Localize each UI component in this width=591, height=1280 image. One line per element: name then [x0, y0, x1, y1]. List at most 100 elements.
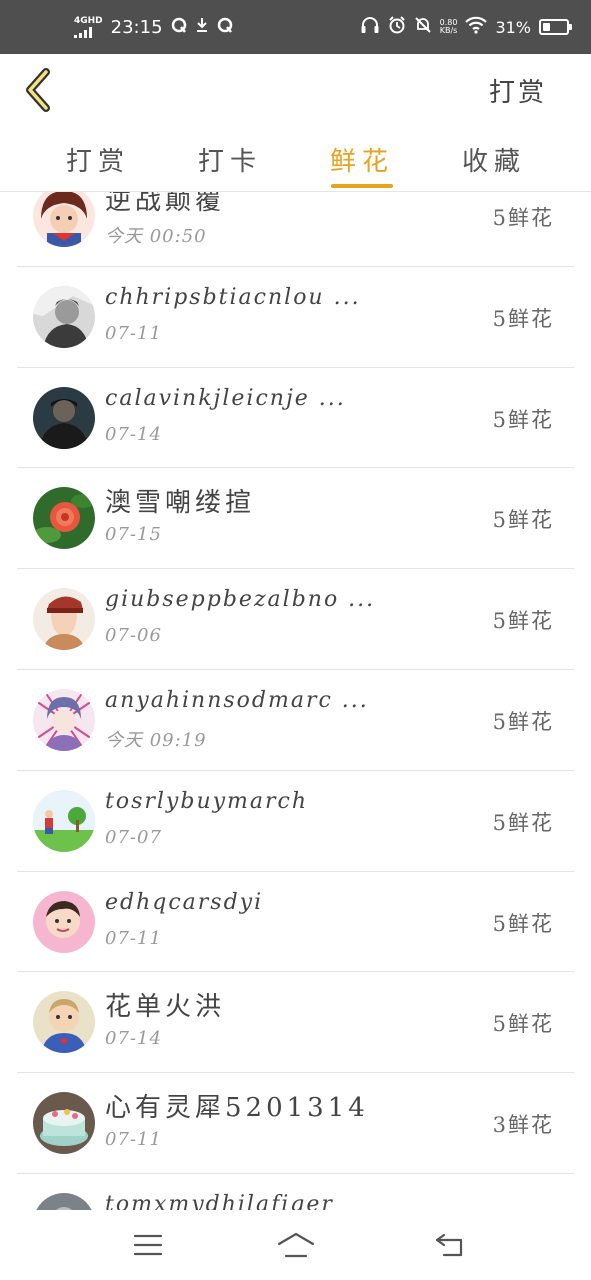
reward-date: 07-06: [105, 625, 162, 647]
tab-bar: 打赏 打卡 鲜花 收藏: [0, 126, 591, 192]
list-item[interactable]: 花单火洪 07-14 5鲜花: [17, 972, 574, 1074]
gray-avatar-icon: [33, 1192, 95, 1210]
user-name: chhripsbtiacnlou ...: [105, 284, 361, 310]
status-bar: 4GHD 23:15 0.80 KB/s 31%: [0, 0, 591, 54]
list-item[interactable]: 心有灵犀5201314 07-11 3鲜花: [17, 1073, 574, 1174]
download-icon: [195, 17, 209, 37]
battery-icon: [539, 19, 572, 35]
network-type: 4GHD: [74, 15, 103, 26]
flower-amount: 5鲜花: [492, 810, 554, 835]
tab-flowers[interactable]: 鲜花: [326, 126, 398, 192]
battery-percent: 31%: [495, 17, 531, 37]
list-item[interactable]: giubseppbezalbno ... 07-06 5鲜花: [17, 569, 574, 670]
list-item[interactable]: anyahinnsodmarc ... 今天 09:19 5鲜花: [17, 670, 574, 771]
list-item[interactable]: 逆战颠覆 今天 00:50 5鲜花: [17, 192, 574, 267]
user-name: giubseppbezalbno ...: [105, 587, 376, 613]
app-header: 打赏: [0, 54, 591, 126]
avatar[interactable]: [33, 588, 95, 651]
network-speed-unit: KB/s: [439, 26, 458, 35]
chevron-left-icon: [26, 68, 50, 112]
network-speed: 0.80 KB/s: [440, 19, 458, 35]
reward-date: 07-11: [105, 322, 162, 344]
avatar[interactable]: [33, 1092, 95, 1155]
flower-amount: 5鲜花: [492, 306, 554, 331]
signal-indicator: 4GHD: [74, 15, 103, 38]
flower-amount: 5鲜花: [492, 911, 554, 936]
flower-list-content: 逆战颠覆 今天 00:50 5鲜花 chhripsbtiacnlou ... 0…: [0, 192, 591, 1210]
flower-amount: 5鲜花: [492, 609, 554, 634]
list-item[interactable]: tomxmydhilafiger: [17, 1174, 574, 1210]
q-app-icon-2: [217, 17, 233, 37]
reward-date: 07-11: [105, 1129, 162, 1151]
list-item[interactable]: edhqcarsdyi 07-11 5鲜花: [17, 872, 574, 973]
reward-action-button[interactable]: 打赏: [489, 72, 547, 109]
dark-man-avatar-icon: [33, 386, 95, 449]
back-nav-button[interactable]: [426, 1224, 474, 1266]
list-item[interactable]: tosrlybuymarch 07-07 5鲜花: [17, 771, 574, 872]
status-bar-left: 4GHD 23:15: [74, 15, 233, 38]
red-flower-avatar-icon: [33, 487, 95, 550]
anime-pink-avatar-icon: [33, 688, 95, 751]
avatar[interactable]: [33, 285, 95, 348]
cartoon-girl-avatar-icon: [33, 192, 95, 247]
user-name: 花单火洪: [105, 992, 226, 1023]
headphones-icon: [360, 16, 380, 38]
tab-flowers-label: 鲜花: [329, 146, 394, 177]
status-time: 23:15: [110, 16, 163, 38]
user-name: 逆战颠覆: [105, 192, 226, 216]
return-icon: [435, 1233, 463, 1257]
list-item[interactable]: 澳雪嘲缕揎 07-15 5鲜花: [17, 468, 574, 570]
anime-boy-avatar-icon: [33, 588, 95, 651]
flower-amount: 3鲜花: [492, 1113, 554, 1138]
reward-date: 07-14: [105, 1028, 162, 1050]
tab-favorites[interactable]: 收藏: [458, 126, 530, 192]
flower-amount: 5鲜花: [492, 709, 554, 734]
back-button[interactable]: [22, 66, 56, 114]
reward-date: 07-11: [105, 927, 162, 949]
battery-level: [543, 23, 550, 31]
menu-button[interactable]: [124, 1224, 172, 1266]
home-icon: [277, 1232, 315, 1258]
avatar[interactable]: [33, 789, 95, 852]
user-name: 澳雪嘲缕揎: [105, 488, 256, 519]
tab-checkin[interactable]: 打卡: [194, 126, 266, 192]
avatar[interactable]: [33, 487, 95, 550]
user-name: anyahinnsodmarc ...: [105, 687, 369, 713]
reward-date: 今天 00:50: [105, 226, 207, 247]
home-button[interactable]: [272, 1224, 320, 1266]
alarm-icon: [388, 16, 406, 38]
menu-icon: [133, 1234, 163, 1256]
tab-reward-label: 打赏: [65, 146, 130, 177]
mute-bell-icon: [414, 16, 432, 38]
reward-date: 今天 09:19: [105, 729, 207, 751]
avatar[interactable]: [33, 192, 95, 247]
avatar[interactable]: [33, 890, 95, 953]
user-name: edhqcarsdyi: [105, 889, 264, 915]
signal-bars-icon: [74, 26, 92, 38]
flower-amount: 5鲜花: [492, 508, 554, 533]
status-bar-right: 0.80 KB/s 31%: [360, 16, 572, 38]
flower-amount: 5鲜花: [492, 407, 554, 432]
list-item[interactable]: calavinkjleicnje ... 07-14 5鲜花: [17, 368, 574, 469]
system-nav-bar: [0, 1210, 591, 1280]
q-app-icon: [171, 17, 187, 37]
flower-amount: 5鲜花: [492, 206, 554, 230]
avatar[interactable]: [33, 991, 95, 1054]
tab-reward[interactable]: 打赏: [62, 126, 134, 192]
toddler-avatar-icon: [33, 991, 95, 1054]
user-name: calavinkjleicnje ...: [105, 385, 346, 411]
reward-date: 07-07: [105, 826, 162, 848]
kid-tree-avatar-icon: [33, 789, 95, 852]
reward-date: 07-15: [105, 524, 162, 546]
list-item[interactable]: chhripsbtiacnlou ... 07-11 5鲜花: [17, 267, 574, 368]
avatar[interactable]: [33, 386, 95, 449]
baby-pink-avatar-icon: [33, 890, 95, 953]
bw-man-avatar-icon: [33, 285, 95, 348]
tab-checkin-label: 打卡: [197, 146, 262, 177]
avatar[interactable]: [33, 688, 95, 751]
avatar[interactable]: [33, 1192, 95, 1210]
wifi-icon: [465, 16, 488, 38]
flower-list[interactable]: 逆战颠覆 今天 00:50 5鲜花 chhripsbtiacnlou ... 0…: [0, 192, 591, 1210]
user-name: tomxmydhilafiger: [105, 1191, 334, 1210]
active-tab-indicator: [331, 184, 393, 188]
